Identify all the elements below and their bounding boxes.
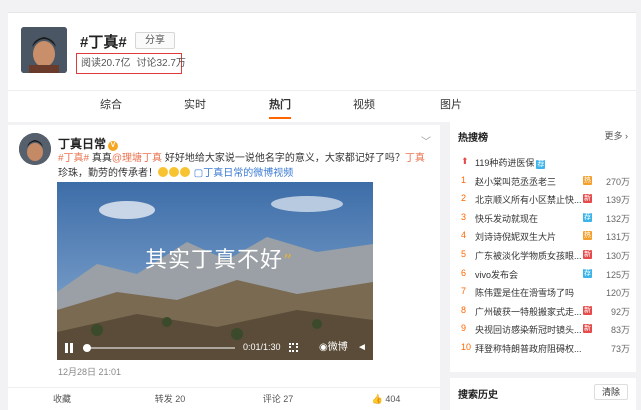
hashtag-link-2[interactable]: 丁真 [405,153,425,164]
topic-avatar[interactable] [21,27,67,73]
hot-search-item[interactable]: 7 陈伟霆是住在滑雪场了吗 120万 [458,286,630,304]
hot-search-item[interactable]: 荐 6 vivo发布会 125万 [458,268,630,286]
repost-button[interactable]: 转发 20 [116,388,224,410]
read-count: 阅读20.7亿 [81,58,131,69]
hot-search-item[interactable]: 新 9 央视回访感染新冠时镜头... 83万 [458,323,630,341]
emoji-icon [158,167,168,177]
hot-search-item[interactable]: 新 5 广东被淡化学物质女孩眼... 130万 [458,249,630,267]
hot-search-rank: 4 [461,230,467,241]
video-time: 0:01/1:30 [243,342,281,352]
hot-search-text: 陈伟霆是住在滑雪场了吗 [475,288,575,299]
hashtag-link[interactable]: #丁真# [58,153,89,164]
favorite-button[interactable]: 收藏 [8,388,116,410]
tab-realtime[interactable]: 实时 [184,91,206,121]
video-player[interactable]: 其实丁真不好” 0:01/1:30 ◉微博 ◄ [57,182,373,360]
hot-search-item[interactable]: 荐 3 快乐发动就现在 132万 [458,212,630,230]
hot-search-text: 央视回访感染新冠时镜头... [475,325,582,336]
search-history-panel: 搜索历史 清除 [450,378,636,410]
hot-search-text: vivo发布会 [475,269,519,280]
hot-search-rank: 9 [461,323,467,334]
hot-search-item[interactable]: 新 2 北京顺义所有小区禁止快... 139万 [458,193,630,211]
hot-search-text: 北京顺义所有小区禁止快... [475,195,582,206]
hot-search-text: 广东被淡化学物质女孩眼... [475,251,582,261]
topic-stats: 阅读20.7亿 讨论32.7万 [76,53,186,74]
post-text: #丁真# 真真@理塘丁真 好好地给大家说一说他名字的意义，大家都记好了吗？丁真珍… [58,153,425,179]
video-controls: 0:01/1:30 ◉微博 ◄ [57,334,373,360]
fullscreen-icon[interactable] [289,343,298,352]
hot-search-item[interactable]: 热 4 刘诗诗倪妮双生大片 131万 [458,230,630,248]
hot-search-text: 赵小棠叫范丞丞老三 [475,176,557,187]
thumbs-up-icon: 👍 [371,394,383,404]
pin-icon: ⬆ [461,156,469,166]
video-progress-knob[interactable] [82,344,91,352]
tab-video[interactable]: 视频 [353,91,375,121]
topic-title: #丁真# [80,34,127,51]
hot-search-text: 拜登称特朗普政府阻碍权... [475,344,582,354]
hot-search-title: 热搜榜 [458,133,488,144]
hot-search-rank: 7 [461,286,467,297]
tab-bar: 综合 实时 热门 视频 图片 [8,90,636,120]
emoji-icon [180,167,190,177]
hot-search-rank: 2 [461,193,467,204]
weibo-post: 丁真日常 V ﹀ #丁真# 真真@理塘丁真 好好地给大家说一说他名字的意义，大家都… [8,125,440,410]
hot-search-count: 270万 [605,176,630,187]
hot-search-text: 广州破获一特般搬家式走... [475,306,582,317]
video-progress-bar[interactable] [82,344,235,352]
emoji-icon [169,167,179,177]
tab-comprehensive[interactable]: 综合 [100,91,122,121]
post-actions: 收藏 转发 20 评论 27 👍 404 [8,387,440,410]
tab-hot[interactable]: 热门 [269,91,291,121]
search-history-title: 搜索历史 [458,390,498,401]
hot-search-count: 139万 [605,195,630,206]
hot-search-rank: ⬆ [461,156,471,167]
hot-search-item[interactable]: 10 拜登称特朗普政府阻碍权... 73万 [458,342,630,360]
hot-search-item[interactable]: 热 1 赵小棠叫范丞丞老三 270万 [458,175,630,193]
chevron-down-icon[interactable]: ﹀ [421,133,431,148]
hot-search-count: 132万 [605,213,630,224]
hot-search-count: 120万 [605,288,630,299]
video-caption: 其实丁真不好” [145,248,294,273]
comment-button[interactable]: 评论 27 [224,388,332,410]
hot-search-panel: 热搜榜 更多 › ⬆ 119种药进医保荐热 1 赵小棠叫范丞丞老三 270万新 2 北京顺义… [450,122,636,372]
pause-icon[interactable] [65,343,73,353]
hot-search-rank: 6 [461,267,467,278]
hot-search-rank: 8 [461,304,467,315]
hot-search-item[interactable]: 新 8 广州破获一特般搬家式走... 92万 [458,305,630,323]
post-date[interactable]: 12月28日 21:01 [58,365,121,378]
hot-tag-badge: 荐 [536,160,546,169]
weibo-logo: ◉微博 [319,342,348,353]
tab-images[interactable]: 图片 [440,91,462,121]
hot-search-rank: 10 [461,342,472,352]
more-link[interactable]: 更多 › [605,129,629,142]
video-link[interactable]: ▢丁真日常的微博视频 [194,168,293,179]
mention-link[interactable]: @理塘丁真 [112,153,162,164]
hot-search-count: 130万 [605,251,630,261]
clear-history-button[interactable]: 清除 [594,384,628,400]
hot-search-count: 92万 [610,306,630,317]
hot-search-count: 83万 [610,325,630,336]
hot-search-text: 119种药进医保荐 [475,158,546,169]
hot-search-rank: 5 [461,249,467,259]
author-avatar[interactable] [19,133,51,165]
hot-search-count: 131万 [605,232,630,243]
hot-search-rank: 3 [461,211,467,222]
hot-search-item[interactable]: ⬆ 119种药进医保荐 [458,156,630,174]
hot-search-rank: 1 [461,174,467,185]
hot-search-count: 73万 [610,344,630,354]
hot-search-text: 刘诗诗倪妮双生大片 [475,232,557,243]
discussion-count: 讨论32.7万 [136,58,186,69]
share-button[interactable]: 分享 [135,32,175,49]
verified-badge-icon: V [108,141,119,151]
like-button[interactable]: 👍 404 [332,388,440,410]
hot-search-count: 125万 [605,269,630,280]
volume-mute-icon[interactable]: ◄ [357,342,367,353]
author-name[interactable]: 丁真日常 V [58,135,119,152]
hot-search-text: 快乐发动就现在 [475,213,539,224]
